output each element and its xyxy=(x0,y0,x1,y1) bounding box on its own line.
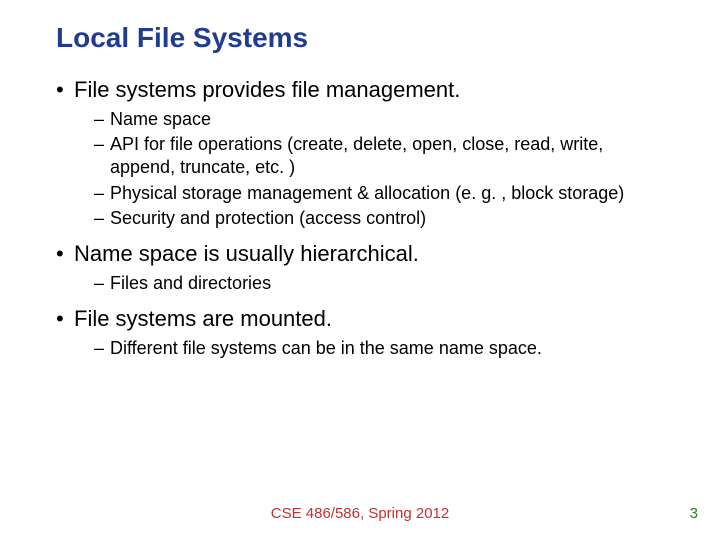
page-number: 3 xyxy=(690,505,698,522)
bullet-level-1: Name space is usually hierarchical. xyxy=(56,240,664,268)
bullet-level-2: Security and protection (access control) xyxy=(56,207,664,230)
bullet-level-2: API for file operations (create, delete,… xyxy=(56,133,664,180)
bullet-level-1: File systems are mounted. xyxy=(56,305,664,333)
slide-footer: CSE 486/586, Spring 2012 xyxy=(0,505,720,522)
bullet-level-2: Files and directories xyxy=(56,272,664,295)
bullet-level-2: Physical storage management & allocation… xyxy=(56,182,664,205)
bullet-level-2: Name space xyxy=(56,108,664,131)
slide-content: Local File Systems File systems provides… xyxy=(0,0,720,360)
slide-title: Local File Systems xyxy=(56,22,664,54)
bullet-level-2: Different file systems can be in the sam… xyxy=(56,337,664,360)
bullet-level-1: File systems provides file management. xyxy=(56,76,664,104)
